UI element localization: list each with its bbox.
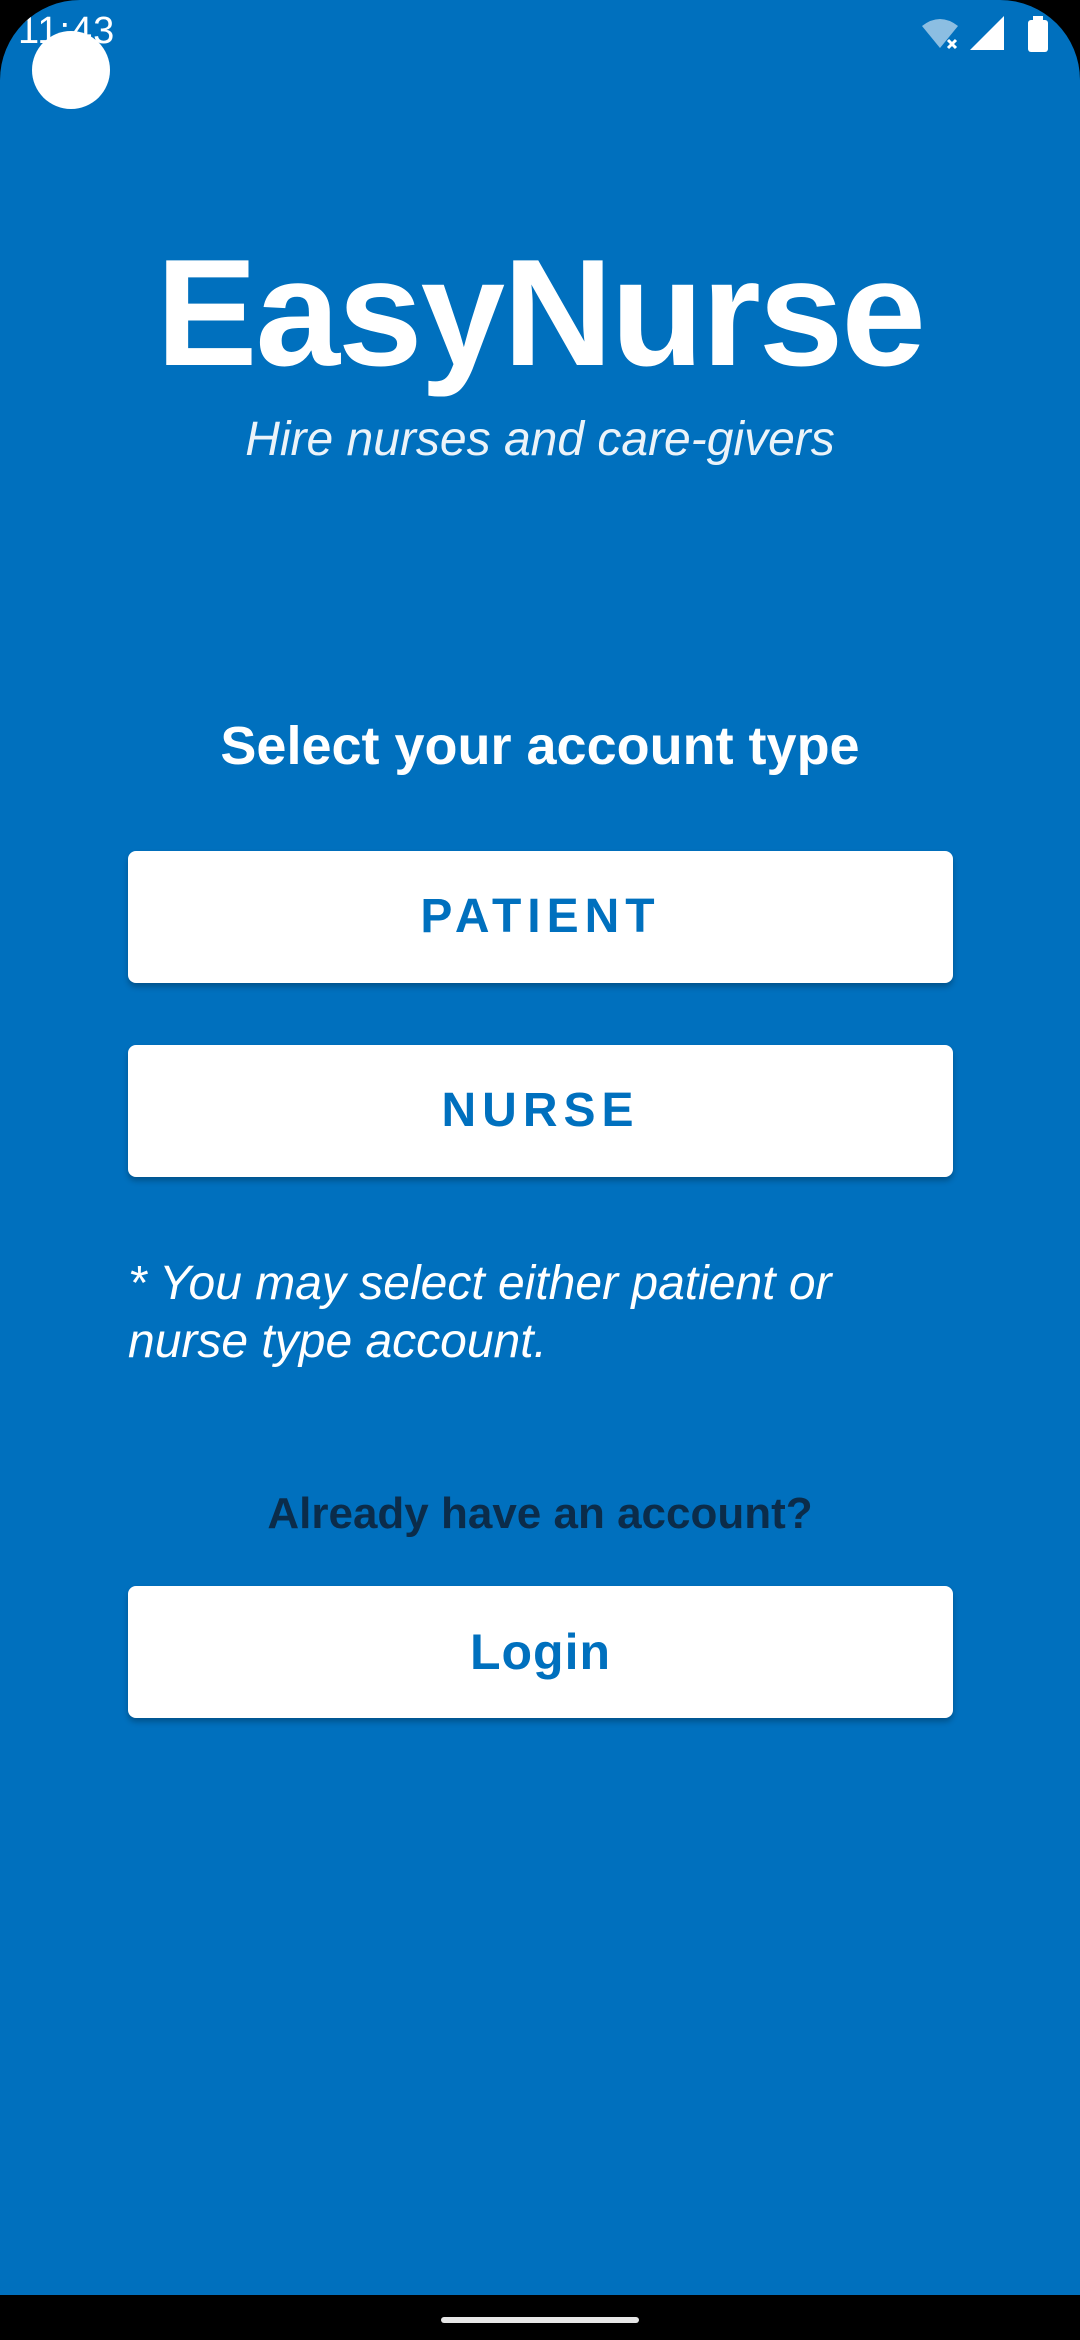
patient-button[interactable]: PATIENT — [128, 851, 953, 983]
app-title: EasyNurse — [156, 228, 926, 398]
signal-icon — [970, 16, 1004, 50]
account-type-heading: Select your account type — [220, 716, 860, 776]
camera-cutout — [32, 31, 110, 109]
home-gesture-handle[interactable] — [441, 2317, 639, 2323]
app-screen: 11:43 EasyNurse Hire nurses and care-giv… — [0, 0, 1080, 2295]
account-type-note: * You may select either patient or nurse… — [128, 1257, 832, 1368]
nurse-button[interactable]: NURSE — [128, 1045, 953, 1177]
already-have-account-prompt: Already have an account? — [267, 1489, 813, 1538]
app-subtitle: Hire nurses and care-givers — [245, 413, 835, 466]
wifi-off-icon — [922, 19, 958, 50]
battery-icon — [1028, 16, 1048, 52]
status-icons — [922, 16, 1048, 52]
status-bar: 11:43 — [0, 0, 1080, 109]
login-button[interactable]: Login — [128, 1586, 953, 1718]
